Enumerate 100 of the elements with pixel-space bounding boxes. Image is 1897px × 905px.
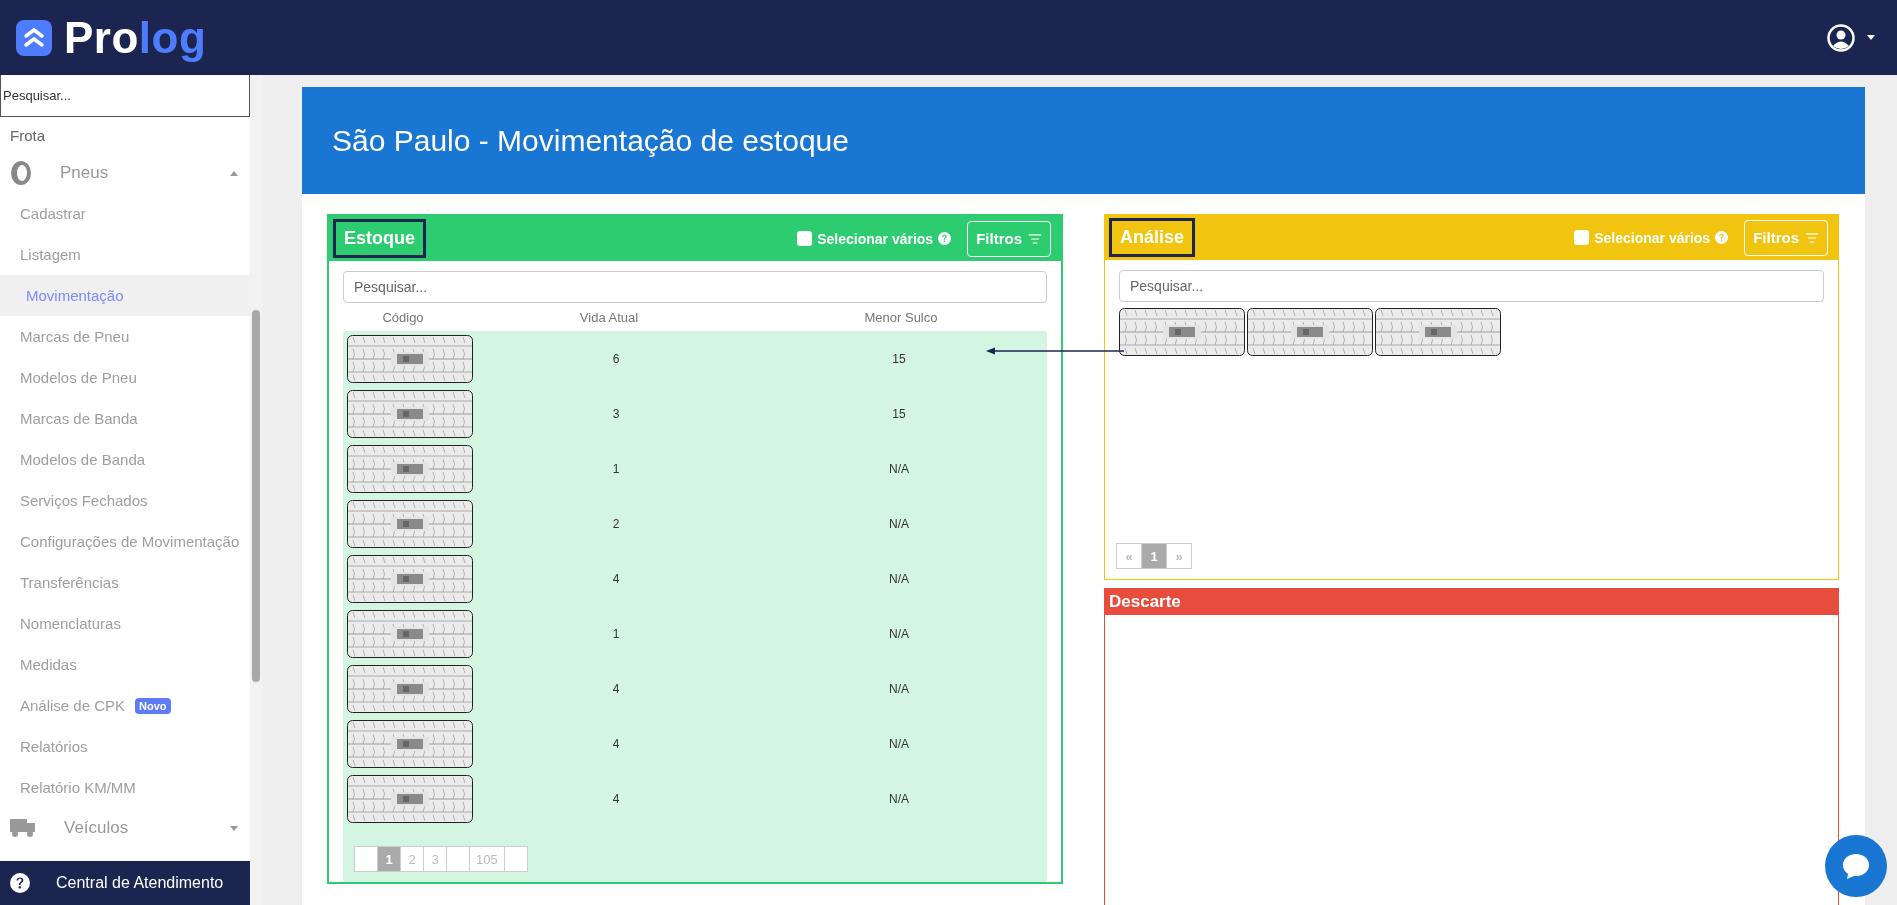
logo-icon [16, 19, 52, 56]
tire-card[interactable] [1247, 308, 1373, 356]
menu-group[interactable]: Veículos [64, 818, 230, 838]
help-bar[interactable]: Central de Atendimento [0, 861, 250, 905]
menu-item[interactable]: Relatório KM/MM [0, 767, 250, 808]
menu-item-label: Serviços Fechados [20, 492, 148, 509]
table-cell: 2 [612, 517, 620, 531]
section-label: Frota [9, 126, 46, 146]
select-checkbox[interactable] [1574, 230, 1590, 245]
table-cell: 1 [612, 627, 620, 641]
panel-title: Descarte [1109, 592, 1181, 612]
tire-card[interactable] [347, 445, 473, 493]
menu-item[interactable]: Modelos de Pneu [0, 357, 250, 398]
table-cell: 4 [612, 572, 620, 586]
menu-item[interactable]: Configurações de Movimentação [0, 521, 250, 562]
table-cell: N/A [889, 792, 909, 806]
table-cell: N/A [889, 737, 909, 751]
menu-item-label: Análise de CPK [20, 697, 126, 714]
panel-title: Estoque [333, 219, 426, 258]
help-icon [10, 873, 30, 893]
select-multiple-label: Selecionar vários [817, 230, 934, 247]
tire-card[interactable] [1375, 308, 1501, 356]
truck-icon [10, 819, 36, 837]
menu-item-label: Marcas de Banda [20, 410, 138, 427]
menu-item[interactable]: Serviços Fechados [0, 480, 250, 521]
menu-item[interactable]: Relatórios [0, 726, 250, 767]
menu-item-label: Relatório KM/MM [20, 779, 136, 796]
page-button[interactable]: 3 [423, 846, 447, 872]
table-cell: 15 [892, 407, 906, 421]
filter-icon [1805, 230, 1819, 245]
menu-item[interactable]: Marcas de Banda [0, 398, 250, 439]
next-page-button[interactable]: » [1166, 543, 1192, 569]
logo-text: Prolog [64, 12, 207, 63]
menu-item[interactable]: Marcas de Pneu [0, 316, 250, 357]
caret-up-icon[interactable] [230, 170, 238, 176]
chat-icon [1841, 852, 1871, 880]
user-icon[interactable] [1827, 23, 1855, 52]
table-cell: 3 [612, 407, 620, 421]
table-cell: 1 [612, 462, 620, 476]
pagination-gap [446, 846, 470, 872]
menu-item-label: Configurações de Movimentação [20, 533, 240, 550]
new-badge: Novo [135, 697, 171, 714]
tire-card[interactable] [347, 335, 473, 383]
tire-icon [10, 160, 32, 186]
select-checkbox[interactable] [797, 231, 813, 246]
filter-icon [1028, 231, 1042, 246]
menu-item[interactable]: Listagem [0, 234, 250, 275]
filter-button[interactable]: Filtros [1744, 219, 1828, 256]
tire-card[interactable] [347, 500, 473, 548]
menu-item-label: Relatórios [20, 738, 88, 755]
menu-item-label: Modelos de Pneu [20, 369, 137, 386]
tire-card[interactable] [347, 720, 473, 768]
menu-item-label: Modelos de Banda [20, 451, 146, 468]
menu-item-label: Medidas [20, 656, 77, 673]
menu-item[interactable]: Medidas [0, 644, 250, 685]
table-cell: 6 [612, 352, 620, 366]
caret-down-icon[interactable] [1867, 35, 1875, 40]
menu-item-label: Transferências [20, 574, 119, 591]
table-cell: N/A [889, 627, 909, 641]
menu-item-label: Listagem [20, 246, 81, 263]
scrollbar-thumb[interactable] [252, 310, 260, 682]
column-header: Vida Atual [579, 309, 639, 325]
menu-item[interactable]: Nomenclaturas [0, 603, 250, 644]
tire-card[interactable] [347, 665, 473, 713]
search-field[interactable]: Pesquisar... [0, 75, 250, 117]
tire-card[interactable] [1119, 308, 1245, 356]
table-cell: N/A [889, 572, 909, 586]
page-button[interactable]: 1 [1141, 543, 1167, 569]
tire-card[interactable] [347, 555, 473, 603]
menu-item-label: Cadastrar [20, 205, 86, 222]
table-cell: N/A [889, 462, 909, 476]
table-cell: N/A [889, 517, 909, 531]
menu-item[interactable]: Transferências [0, 562, 250, 603]
table-cell: 4 [612, 792, 620, 806]
select-multiple-label: Selecionar vários [1594, 229, 1711, 246]
table-cell: 4 [612, 737, 620, 751]
page-button[interactable]: 2 [400, 846, 424, 872]
table-cell: 4 [612, 682, 620, 696]
menu-item[interactable]: Movimentação [0, 275, 250, 316]
previous-page-button[interactable]: « [1116, 543, 1142, 569]
menu-item-label: Marcas de Pneu [20, 328, 130, 345]
tire-card[interactable] [347, 775, 473, 823]
menu-item[interactable]: Análise de CPK Novo [0, 685, 250, 726]
table-cell: 15 [892, 352, 906, 366]
tire-card[interactable] [347, 610, 473, 658]
page-button[interactable]: 105 [469, 846, 505, 872]
menu-group[interactable]: Pneus [60, 163, 230, 183]
page-title: São Paulo - Movimentação de estoque [332, 123, 849, 158]
menu-item[interactable]: Cadastrar [0, 193, 250, 234]
help-bar-label: Central de Atendimento [56, 874, 224, 892]
tire-card[interactable] [347, 390, 473, 438]
menu-item[interactable]: Modelos de Banda [0, 439, 250, 480]
column-header: Código [382, 309, 424, 325]
menu-item-label: Movimentação [26, 287, 124, 304]
column-header: Menor Sulco [864, 309, 938, 325]
scrollbar[interactable] [250, 75, 263, 905]
page-button[interactable]: 1 [377, 846, 401, 872]
panel-title: Análise [1109, 218, 1196, 257]
filter-button[interactable]: Filtros [967, 220, 1051, 257]
menu-item-label: Nomenclaturas [20, 615, 121, 632]
